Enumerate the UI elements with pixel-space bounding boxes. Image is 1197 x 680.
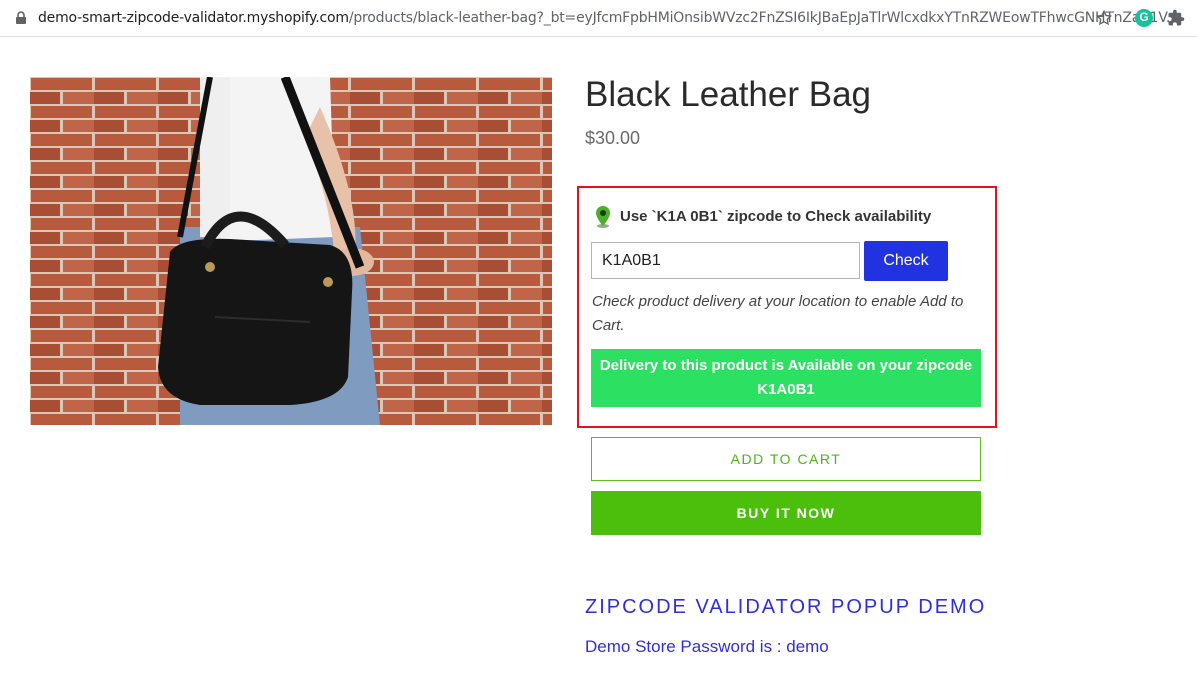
lock-icon: [16, 11, 26, 24]
zipcode-input[interactable]: [591, 242, 860, 279]
url-path: /products/black-leather-bag?_bt=eyJfcmFp…: [348, 10, 1179, 26]
demo-password-text: Demo Store Password is : demo: [585, 637, 829, 656]
location-pin-icon: [596, 206, 610, 228]
bookmark-star-icon[interactable]: [1095, 9, 1113, 27]
grammarly-extension-icon[interactable]: G: [1135, 9, 1153, 27]
zipcode-note: Check product delivery at your location …: [592, 293, 964, 334]
availability-banner: Delivery to this product is Available on…: [591, 349, 981, 407]
product-image[interactable]: [30, 77, 552, 425]
product-title: Black Leather Bag: [585, 75, 872, 114]
demo-heading: ZIPCODE VALIDATOR POPUP DEMO: [585, 596, 987, 618]
zipcode-heading: Use `K1A 0B1` zipcode to Check availabil…: [620, 208, 932, 225]
browser-address-bar: demo-smart-zipcode-validator.myshopify.c…: [0, 0, 1197, 37]
url-host: demo-smart-zipcode-validator.myshopify.c…: [38, 10, 349, 26]
buy-now-button[interactable]: BUY IT NOW: [591, 491, 981, 535]
product-price: $30.00: [585, 128, 641, 148]
add-to-cart-button[interactable]: ADD TO CART: [591, 437, 981, 481]
product-photo: [30, 77, 552, 425]
url-field[interactable]: demo-smart-zipcode-validator.myshopify.c…: [38, 10, 1179, 26]
zipcode-checker: Use `K1A 0B1` zipcode to Check availabil…: [577, 186, 997, 428]
check-button[interactable]: Check: [864, 241, 948, 281]
extensions-puzzle-icon[interactable]: [1167, 9, 1185, 27]
